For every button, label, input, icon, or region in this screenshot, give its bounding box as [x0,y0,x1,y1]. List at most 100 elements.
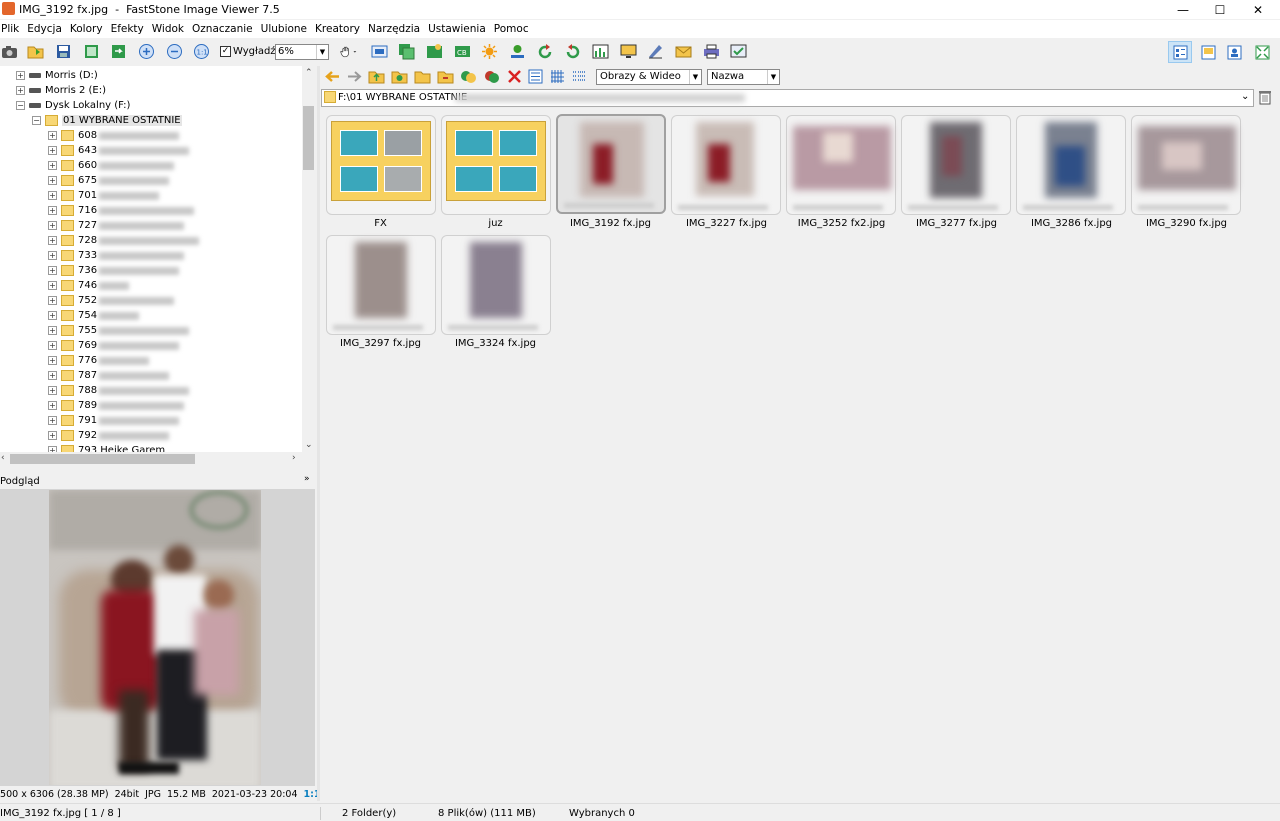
brightness-icon[interactable] [481,43,498,60]
tree-subfolder[interactable]: +643 [48,143,190,158]
tree-subfolder[interactable]: +788 [48,383,190,398]
new-folder-icon[interactable] [414,68,431,85]
minimize-button[interactable]: — [1163,0,1203,19]
scroll-right-icon[interactable]: › [292,453,296,463]
folder-favorite-icon[interactable] [391,68,408,85]
menu-narzedzia[interactable]: Narzędzia [364,20,424,38]
menu-kolory[interactable]: Kolory [66,20,107,38]
menu-plik[interactable]: Plik [0,20,23,38]
tree-subfolder[interactable]: +675 [48,173,170,188]
thumbnail-image[interactable] [901,115,1011,215]
expand-icon[interactable]: + [48,326,57,335]
recycle-bin-icon[interactable] [1258,90,1272,105]
expand-icon[interactable]: + [48,191,57,200]
expand-icon[interactable]: + [48,371,57,380]
expand-icon[interactable]: + [48,401,57,410]
expand-icon[interactable]: + [48,266,57,275]
tree-subfolder[interactable]: +792 [48,428,170,443]
tree-subfolder[interactable]: +752 [48,293,175,308]
preview-collapse-icon[interactable]: » [304,474,310,484]
thumbnail-image[interactable] [326,235,436,335]
image-adjust-icon[interactable] [426,43,443,60]
expand-icon[interactable]: + [48,161,57,170]
details-list-icon[interactable] [571,68,588,85]
copy-to-icon[interactable] [460,68,477,85]
pan-hand-icon[interactable] [336,43,360,60]
smooth-checkbox[interactable]: ✓ [220,46,231,57]
camera-icon[interactable] [1,43,18,60]
thumbnail-folder-fx[interactable] [326,115,436,215]
user-icon[interactable] [509,43,526,60]
thumbnail-image[interactable] [1016,115,1126,215]
tree-drive-f[interactable]: − Dysk Lokalny (F:) [16,98,130,113]
close-button[interactable]: ✕ [1238,0,1278,19]
expand-icon[interactable]: + [48,356,57,365]
expand-icon[interactable]: + [16,71,25,80]
collapse-icon[interactable]: − [16,101,25,110]
menu-widok[interactable]: Widok [148,20,188,38]
email-icon[interactable] [675,43,692,60]
tree-subfolder[interactable]: +746 [48,278,130,293]
folder-up-icon[interactable] [368,68,385,85]
batch-convert-icon[interactable] [398,43,415,60]
thumbnail-image[interactable] [671,115,781,215]
menu-efekty[interactable]: Efekty [107,20,148,38]
tree-subfolder[interactable]: +755 [48,323,190,338]
expand-icon[interactable]: + [48,131,57,140]
scroll-left-icon[interactable]: ‹ [1,453,5,463]
menu-oznaczanie[interactable]: Oznaczanie [188,20,257,38]
save-icon[interactable] [55,43,72,60]
scroll-down-icon[interactable]: ⌄ [305,440,313,450]
expand-icon[interactable]: + [48,431,57,440]
tree-drive-d[interactable]: + Morris (D:) [16,68,98,83]
tree-hscroll-thumb[interactable] [10,454,195,464]
scroll-up-icon[interactable]: ⌃ [305,68,313,78]
zoom-out-icon[interactable] [166,43,183,60]
menu-kreatory[interactable]: Kreatory [311,20,364,38]
thumbnail-folder-juz[interactable] [441,115,551,215]
thumbnail-image-selected[interactable] [556,114,666,214]
expand-icon[interactable]: + [48,386,57,395]
tree-subfolder[interactable]: +660 [48,158,175,173]
expand-icon[interactable]: + [48,296,57,305]
tree-subfolder[interactable]: +716 [48,203,195,218]
tree-subfolder[interactable]: +769 [48,338,180,353]
tree-folder-selected[interactable]: − 01 WYBRANE OSTATNIE [32,113,182,128]
collapse-icon[interactable]: − [32,116,41,125]
wallpaper-icon[interactable] [620,43,637,60]
histogram-icon[interactable] [592,43,609,60]
zoom-select[interactable]: 6% ▼ [275,44,329,60]
chevron-down-icon[interactable]: ⌄ [1241,91,1249,102]
expand-icon[interactable]: + [48,221,57,230]
back-arrow-icon[interactable] [324,68,341,85]
file-filter-select[interactable]: Obrazy & Wideo ▼ [596,69,702,85]
tree-subfolder[interactable]: +787 [48,368,170,383]
rotate-left-icon[interactable] [537,43,554,60]
expand-icon[interactable]: + [48,251,57,260]
menu-pomoc[interactable]: Pomoc [490,20,533,38]
save-as-icon[interactable] [83,43,100,60]
expand-icon[interactable]: + [48,236,57,245]
expand-icon[interactable]: + [48,176,57,185]
tree-drive-e[interactable]: + Morris 2 (E:) [16,83,106,98]
actual-size-icon[interactable]: 1:1 [193,43,210,60]
tree-subfolder[interactable]: +728 [48,233,200,248]
folder-refresh-icon[interactable] [437,68,454,85]
move-to-icon[interactable] [483,68,500,85]
expand-icon[interactable]: + [48,281,57,290]
maximize-button[interactable]: ☐ [1200,0,1240,19]
compare-icon[interactable]: CB [454,43,471,60]
expand-icon[interactable]: + [48,311,57,320]
tree-subfolder[interactable]: +791 [48,413,180,428]
tree-subfolder[interactable]: +733 [48,248,185,263]
thumbnail-image[interactable] [441,235,551,335]
tree-subfolder[interactable]: +776 [48,353,150,368]
view-browser-icon[interactable] [1196,41,1220,63]
thumbnails-large-icon[interactable] [527,68,544,85]
expand-icon[interactable]: + [48,341,57,350]
forward-arrow-icon[interactable] [346,68,363,85]
view-details-icon[interactable] [1168,41,1192,63]
print-icon[interactable] [703,43,720,60]
open-folder-icon[interactable] [27,43,44,60]
menu-ulubione[interactable]: Ulubione [257,20,311,38]
